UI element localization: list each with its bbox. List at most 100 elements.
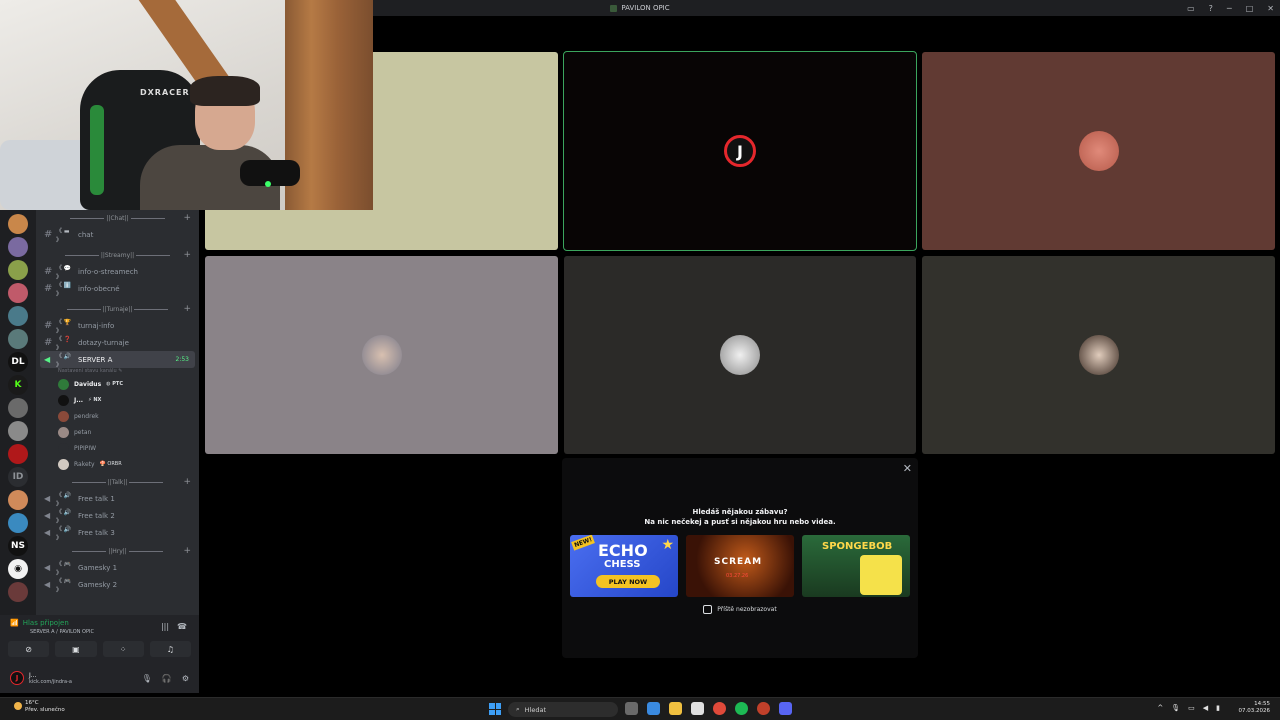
task-view-icon[interactable] [625,702,638,715]
search-icon: ⌕ [516,705,520,713]
search-placeholder: Hledat [524,705,546,714]
close-icon[interactable]: ✕ [903,462,912,475]
discord-icon[interactable] [779,702,792,715]
voice-channel-free-talk-1[interactable]: ◀ 《 🔊 》 Free talk 1 [36,490,199,508]
file-explorer-icon[interactable] [669,702,682,715]
server-icon-16[interactable]: ◉ [8,559,28,579]
gear-icon[interactable]: ⚙ [182,674,189,683]
scream-card[interactable]: SCREAM 03.27.26 [686,535,794,597]
minimize-button[interactable]: ─ [1227,4,1232,13]
category-talk[interactable]: ||Talk|| + [36,474,199,490]
add-channel-icon[interactable]: + [183,304,191,314]
channel-info-obecne[interactable]: # 《 ℹ️ 》 info-obecné [36,280,199,298]
server-icon-5[interactable] [8,306,28,326]
voice-user[interactable]: petan [36,424,199,440]
voice-channel-server-a[interactable]: ◀ 《 🔊 》 SERVER A 2:53 [40,351,195,369]
inbox-icon[interactable]: ▭ [1187,4,1195,13]
add-channel-icon[interactable]: + [183,477,191,487]
network-icon[interactable]: ▭ [1188,704,1195,712]
category-chat[interactable]: ||Chat|| + [36,210,199,226]
dont-show-checkbox-row[interactable]: Příště nezobrazovat [562,605,918,614]
maximize-button[interactable]: □ [1246,4,1254,13]
voice-channel-free-talk-3[interactable]: ◀ 《 🔊 》 Free talk 3 [36,524,199,542]
soundboard-button[interactable]: ♫ [149,641,191,657]
taskbar-search[interactable]: ⌕ Hledat [508,702,618,717]
chrome-icon[interactable] [713,702,726,715]
checkbox[interactable] [703,605,713,614]
add-channel-icon[interactable]: + [183,213,191,223]
channel-dotazy-turnaje[interactable]: # 《 ❓ 》 dotazy-turnaje [36,334,199,352]
voice-user[interactable]: pendrek [36,408,199,424]
channel-name: SERVER A [78,355,113,364]
server-icon-14[interactable] [8,513,28,533]
volume-icon[interactable]: ◀ [1203,704,1208,712]
server-icon-id[interactable]: ID [8,467,28,487]
video-tile-4[interactable] [205,256,558,454]
channel-status[interactable]: Nastavení stavu kanálu ✎ [36,368,199,376]
avatar[interactable]: J [10,671,24,685]
channel-chat[interactable]: # 《 ▬ 》 chat [36,226,199,244]
play-now-button[interactable]: PLAY NOW [596,575,660,588]
voice-channel-gamesky-1[interactable]: ◀ 《 🎮 》 Gamesky 1 [36,559,199,577]
server-icon-9[interactable] [8,398,28,418]
store-icon[interactable] [691,702,704,715]
close-button[interactable]: ✕ [1267,4,1274,13]
server-icon-11[interactable] [8,444,28,464]
user-panel[interactable]: J J... kick.com/jindra-a 🎙 🎧 ⚙ [0,665,199,691]
channel-turnaj-info[interactable]: # 《 🏆 》 turnaj-info [36,317,199,335]
microphone-tray-icon[interactable]: 🎙 [1171,704,1180,712]
video-tile-6[interactable] [922,256,1275,454]
copilot-icon[interactable] [647,702,660,715]
windows-start-icon[interactable] [489,703,501,715]
taskbar-apps [625,702,792,715]
chevron-up-icon[interactable]: ^ [1157,704,1163,712]
disconnect-icon[interactable]: ☎ [177,622,187,631]
voice-user[interactable]: PIPIPIW [36,440,199,456]
camera-button[interactable]: ⊘ [8,641,50,657]
battery-icon[interactable]: ▮ [1216,704,1220,712]
help-icon[interactable]: ? [1209,4,1213,13]
app-icon[interactable] [757,702,770,715]
channel-info-o-streamech[interactable]: # 《 💬 》 info-o-streamech [36,263,199,281]
noise-suppression-icon[interactable]: ||| [161,622,169,631]
server-icon-dl[interactable]: DL [8,352,28,372]
weather-widget[interactable]: 16°C Přev. slunečno [14,700,65,714]
category-turnaje[interactable]: ||Turnaje|| + [36,301,199,317]
spotify-icon[interactable] [735,702,748,715]
server-icon-6[interactable] [8,329,28,349]
server-icon-ns[interactable]: NS [8,536,28,556]
activities-button[interactable]: ⁘ [102,641,144,657]
taskbar-clock[interactable]: 14:55 07.03.2026 [1239,701,1271,715]
category-streamy[interactable]: ||Streamy|| + [36,247,199,263]
video-tile-5[interactable] [564,256,916,454]
server-icon-17[interactable] [8,582,28,602]
video-tile-3[interactable] [922,52,1275,250]
voice-channel-free-talk-2[interactable]: ◀ 《 🔊 》 Free talk 2 [36,507,199,525]
category-hry[interactable]: ||Hry|| + [36,543,199,559]
headphones-icon[interactable]: 🎧 [162,674,172,683]
video-tile-2[interactable]: J [563,51,917,251]
add-channel-icon[interactable]: + [183,546,191,556]
microphone-icon[interactable]: 🎙 [142,674,152,683]
channel-list: ||Chat|| + # 《 ▬ 》 chat ||Streamy|| + # … [36,210,199,615]
server-icon-13[interactable] [8,490,28,510]
server-icon-3[interactable] [8,260,28,280]
server-icon-4[interactable] [8,283,28,303]
server-icon-10[interactable] [8,421,28,441]
voice-user[interactable]: J... ⚡ NX [36,392,199,408]
voice-connected[interactable]: 📶 Hlas připojen [10,619,69,627]
screen-share-button[interactable]: ▣ [55,641,97,657]
avatar [58,378,69,390]
server-icon-2[interactable] [8,237,28,257]
voice-channel-gamesky-2[interactable]: ◀ 《 🎮 》 Gamesky 2 [36,576,199,594]
channel-name: dotazy-turnaje [78,338,129,347]
add-channel-icon[interactable]: + [183,250,191,260]
server-icon-1[interactable] [8,214,28,234]
kick-server-icon[interactable]: K [8,375,28,395]
activity-subheading: Na nic nečekej a pusť si nějakou hru neb… [644,518,836,526]
voice-user[interactable]: Rakety 🍄 ORBR [36,456,199,472]
voice-location[interactable]: SERVER A / PAVILON OPIC [30,629,94,635]
voice-user[interactable]: Davidus ◍ PTC [36,376,199,392]
echo-chess-card[interactable]: NEW! ★ ECHO CHESS PLAY NOW [570,535,678,597]
spongebob-card[interactable]: SPONGEBOB [802,535,910,597]
